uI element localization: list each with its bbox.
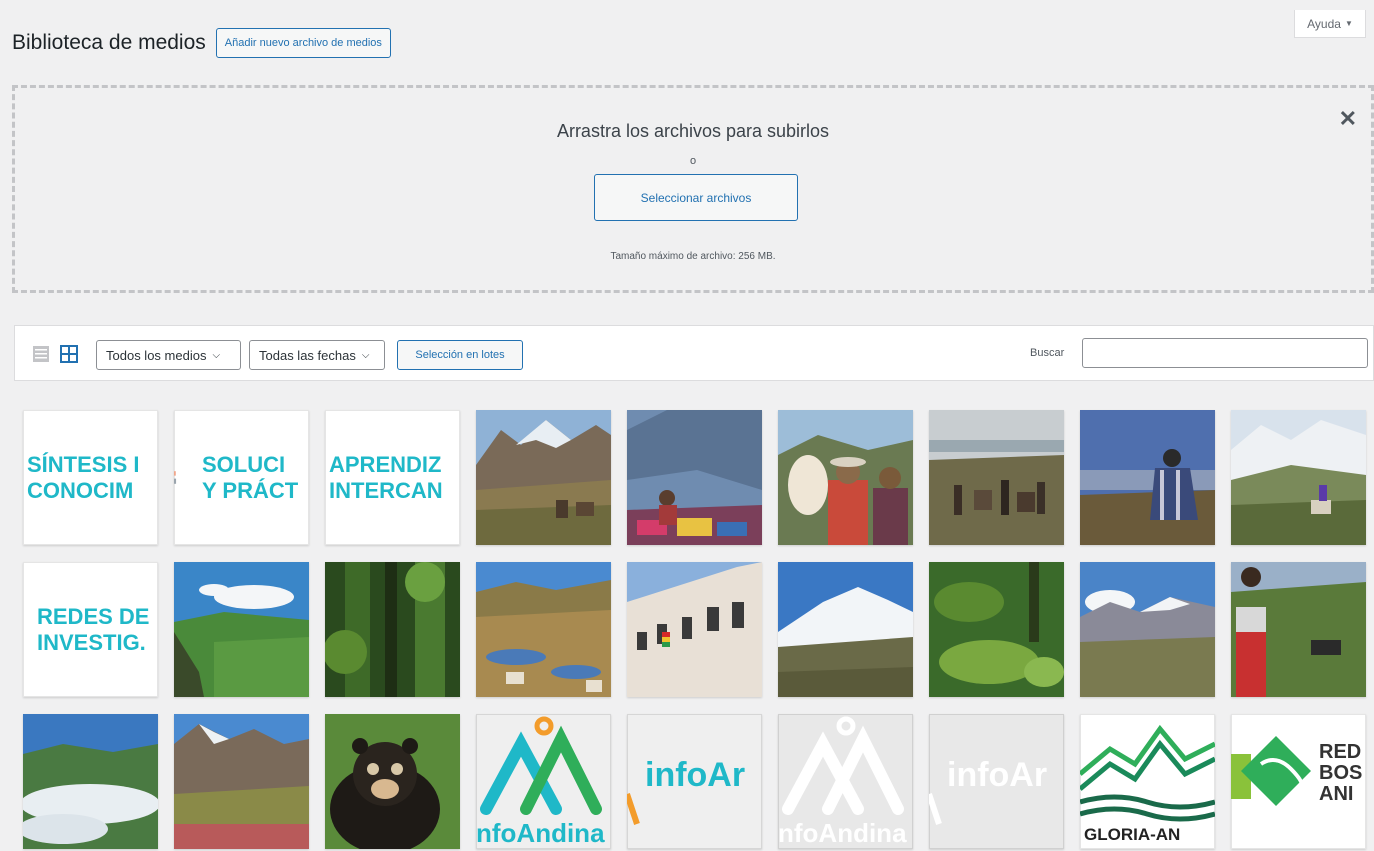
media-type-filter-value: Todos los medios <box>106 347 207 363</box>
infoandina-logo-text: infoAr <box>645 756 746 794</box>
photo-snow-volcano <box>778 562 913 697</box>
media-item[interactable] <box>778 562 913 697</box>
photo-snowy-horseback <box>1231 410 1366 545</box>
media-item[interactable] <box>627 410 762 545</box>
max-upload-size: Tamaño máximo de archivo: 256 MB. <box>610 251 776 262</box>
media-item-text: INTERCAN <box>329 477 443 503</box>
media-item[interactable]: SÍNTESIS I CONOCIM <box>23 410 158 545</box>
photo-forest <box>325 562 460 697</box>
chevron-down-icon: ⌵ <box>361 349 370 361</box>
infoandina-logo-text: nfoAndina <box>778 818 907 848</box>
infoandina-logo-text: nfoAndina <box>476 818 605 848</box>
media-item[interactable] <box>1080 562 1215 697</box>
media-item[interactable] <box>1231 562 1366 697</box>
gloria-andes-logo-text: GLORIA-AN <box>1084 825 1181 844</box>
media-item[interactable]: REDES DE INVESTIG. <box>23 562 158 697</box>
photo-wetland-alpacas <box>476 562 611 697</box>
chevron-down-icon: ⌵ <box>212 349 221 361</box>
photo-woman-field <box>1231 562 1366 697</box>
brush-graphic <box>174 471 177 484</box>
media-item[interactable]: infoAr <box>929 714 1064 849</box>
red-bosques-logo-text: RED BOS ANI <box>1319 741 1363 805</box>
media-item[interactable]: GLORIA-AN <box>1080 714 1215 849</box>
photo-spectacled-bear <box>325 714 460 849</box>
media-item[interactable] <box>174 714 309 849</box>
media-item[interactable] <box>1080 410 1215 545</box>
media-item[interactable]: RED BOS ANI <box>1231 714 1366 849</box>
page-header: Biblioteca de medios Añadir nuevo archiv… <box>12 28 391 58</box>
media-item[interactable] <box>778 410 913 545</box>
media-item[interactable]: SOLUCI Y PRÁCT <box>174 410 309 545</box>
page-title: Biblioteca de medios <box>12 31 206 54</box>
media-item-text: INVESTIG. <box>37 629 146 655</box>
media-item[interactable] <box>929 410 1064 545</box>
date-filter[interactable]: Todas las fechas ⌵ <box>249 340 385 370</box>
help-tab[interactable]: Ayuda ▼ <box>1294 10 1366 38</box>
drop-instructions: Arrastra los archivos para subirlos <box>556 121 830 141</box>
media-item[interactable]: infoAr <box>627 714 762 849</box>
media-toolbar: Todos los medios ⌵ Todas las fechas ⌵ Se… <box>14 325 1374 381</box>
media-item[interactable] <box>929 562 1064 697</box>
grid-view-icon[interactable] <box>60 345 78 363</box>
photo-market-woman <box>627 410 762 545</box>
media-type-filter[interactable]: Todos los medios ⌵ <box>96 340 241 370</box>
photo-woman-poncho <box>1080 410 1215 545</box>
photo-mountain-llamas <box>476 410 611 545</box>
photo-children-alpacas <box>778 410 913 545</box>
media-item[interactable]: nfoAndina <box>778 714 913 849</box>
photo-llamas-lake <box>929 410 1064 545</box>
media-item[interactable] <box>23 714 158 849</box>
photo-colonial-building <box>627 562 762 697</box>
media-item[interactable] <box>1231 410 1366 545</box>
photo-mossy-stream <box>929 562 1064 697</box>
search-input[interactable] <box>1082 338 1368 368</box>
media-item-text: SOLUCI <box>202 452 286 478</box>
help-label: Ayuda <box>1307 16 1341 31</box>
media-grid: SÍNTESIS I CONOCIM SOLUCI Y PRÁCT APREND… <box>23 410 1366 849</box>
caret-down-icon: ▼ <box>1344 19 1353 28</box>
add-new-media-button[interactable]: Añadir nuevo archivo de medios <box>215 28 391 58</box>
infoandina-logo-text: infoAr <box>947 756 1048 794</box>
photo-rocky-peaks <box>174 714 309 849</box>
select-files-button[interactable]: Seleccionar archivos <box>594 174 798 221</box>
search-label: Buscar <box>1030 347 1065 359</box>
media-item-text: SÍNTESIS I <box>27 452 140 478</box>
media-item-text: APRENDIZ <box>329 452 442 478</box>
media-item-text: REDES DE <box>37 604 150 630</box>
bulk-select-button[interactable]: Selección en lotes <box>397 340 523 370</box>
photo-cloud-forest <box>23 714 158 849</box>
upload-drop-zone[interactable]: ✕ Arrastra los archivos para subirlos o … <box>12 85 1374 293</box>
photo-green-valley <box>174 562 309 697</box>
date-filter-value: Todas las fechas <box>259 347 356 363</box>
media-item[interactable] <box>627 562 762 697</box>
drop-or-text: o <box>689 155 697 167</box>
media-item[interactable] <box>325 714 460 849</box>
media-item[interactable] <box>476 562 611 697</box>
media-item[interactable] <box>476 410 611 545</box>
photo-mountain-range <box>1080 562 1215 697</box>
list-view-icon[interactable] <box>33 346 49 362</box>
media-item-text: CONOCIM <box>27 477 134 503</box>
media-item[interactable] <box>325 562 460 697</box>
media-item[interactable]: APRENDIZ INTERCAN <box>325 410 460 545</box>
media-item[interactable] <box>174 562 309 697</box>
media-item-text: Y PRÁCT <box>202 477 299 503</box>
media-item[interactable]: nfoAndina <box>476 714 611 849</box>
